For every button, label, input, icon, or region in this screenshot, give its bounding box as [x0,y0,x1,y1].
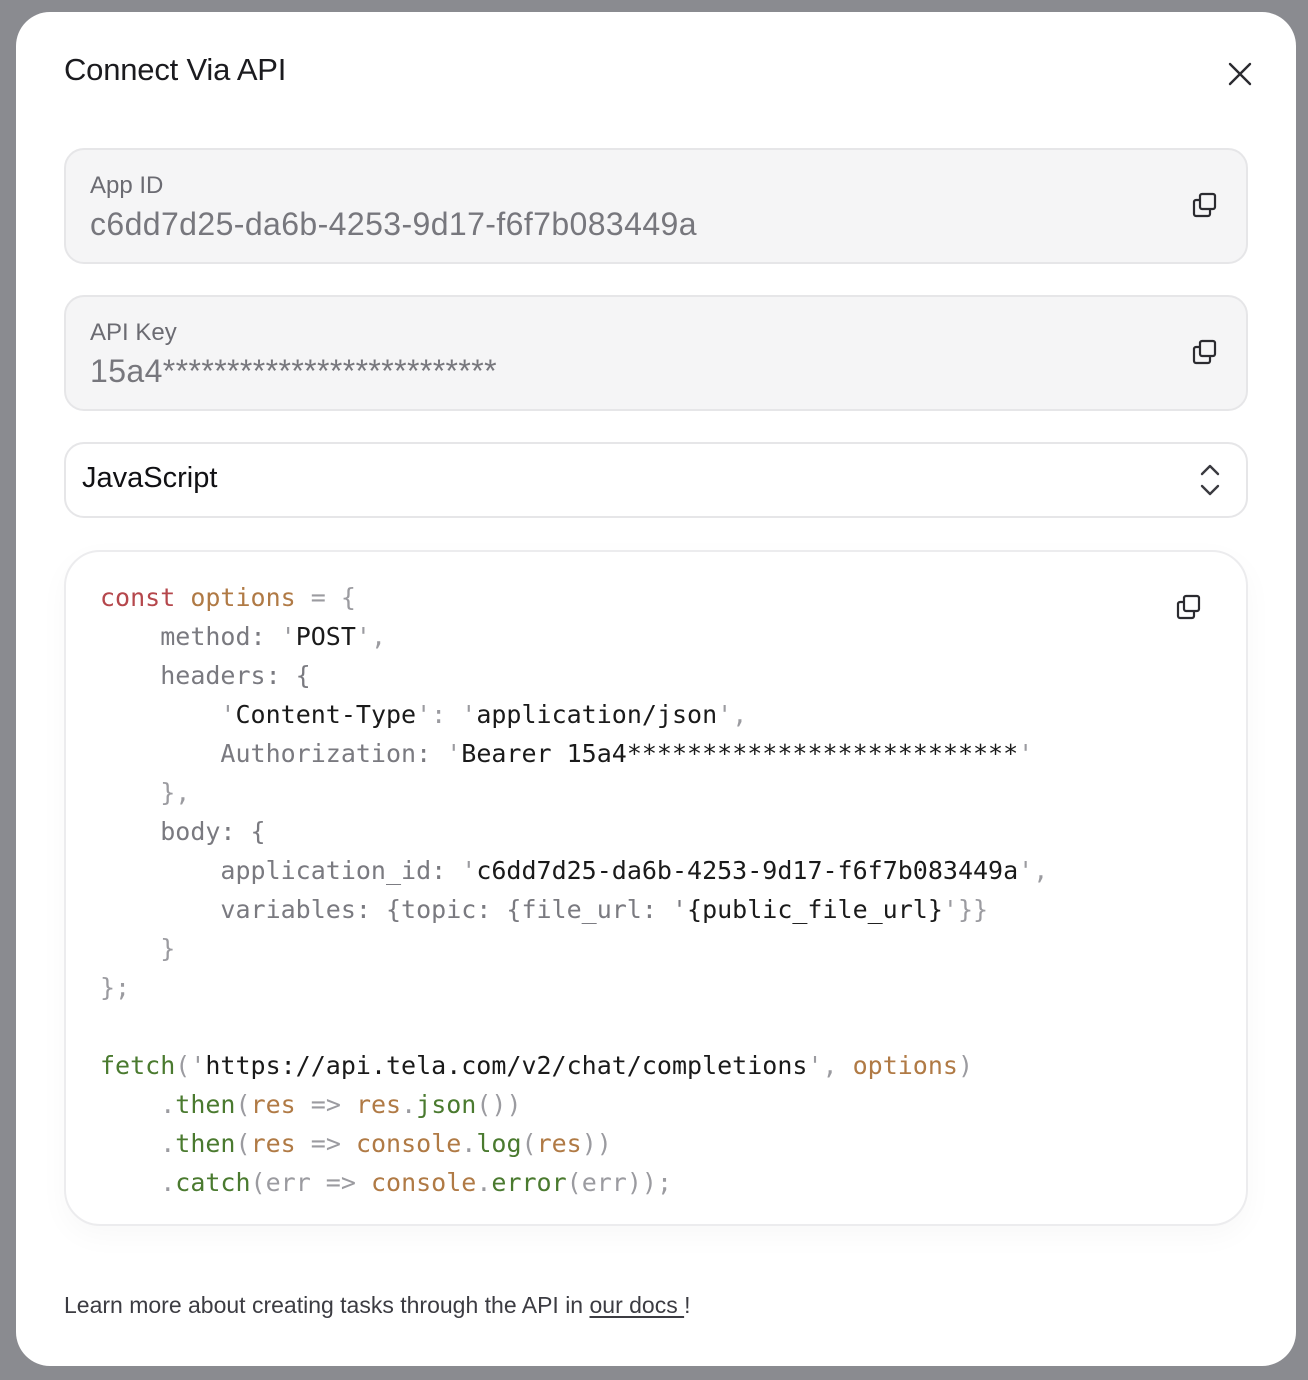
code-token: = { [295,583,356,612]
code-token: Bearer 15a4************************** [461,739,1019,768]
code-token: error [491,1168,567,1197]
code-token: ( [235,1129,251,1158]
code-token: Authorization: [220,739,447,768]
code-token: (' [175,1051,206,1080]
code-token: )) [581,1129,612,1158]
code-token: ' [220,700,236,729]
code-token: res [250,1090,296,1119]
code-token: {public_file_url} [687,895,943,924]
code-token: catch [175,1168,251,1197]
code-token: json [416,1090,477,1119]
code-token: . [401,1090,417,1119]
code-token: options [190,583,296,612]
code-token: => [295,1090,356,1119]
footer-suffix: ! [684,1292,691,1318]
docs-link[interactable]: our docs [590,1292,685,1318]
code-token: application/json [476,700,718,729]
code-token: POST [295,622,356,651]
code-token: ( [521,1129,537,1158]
code-token: fetch [100,1051,176,1080]
code-token: https://api.tela.com/v2/chat/completions [205,1051,808,1080]
code-token: res [250,1129,296,1158]
close-icon [1228,62,1252,86]
code-token: ', [1018,856,1049,885]
code-token: const [100,583,176,612]
code-token: ( [235,1090,251,1119]
footer-note: Learn more about creating tasks through … [64,1292,691,1319]
copy-icon [1192,339,1217,365]
app-id-value: c6dd7d25-da6b-4253-9d17-f6f7b083449a [90,206,697,242]
code-token: console [355,1129,462,1158]
code-token: res [355,1090,402,1119]
code-snippet: const options = { method: 'POST', header… [100,578,1048,1202]
footer-text: Learn more about creating tasks through … [64,1292,590,1318]
language-select-value: JavaScript [82,462,218,494]
code-token: options [852,1051,958,1080]
app-id-label: App ID [90,172,164,199]
code-token: . [461,1129,477,1158]
api-key-label: API Key [90,319,177,346]
copy-api-key-button[interactable] [1188,335,1222,369]
close-button[interactable] [1222,56,1258,92]
code-token: (err => [250,1168,371,1197]
code-token: then [175,1129,236,1158]
code-token: log [476,1129,522,1158]
code-token: } [160,934,176,963]
code-token: ', [807,1051,853,1080]
app-id-field: App ID c6dd7d25-da6b-4253-9d17-f6f7b0834… [64,148,1248,264]
code-token: c6dd7d25-da6b-4253-9d17-f6f7b083449a [476,856,1019,885]
code-token: ()) [476,1090,522,1119]
code-token: headers: { [160,661,311,690]
code-token: ' [280,622,296,651]
code-token: . [160,1129,176,1158]
code-token: ' [461,856,477,885]
code-token: res [536,1129,582,1158]
copy-code-button[interactable] [1172,590,1206,624]
code-token: }; [100,973,131,1002]
code-token: console [370,1168,477,1197]
code-token: then [175,1090,236,1119]
code-token: '}} [942,895,989,924]
code-token: ' [446,739,462,768]
dialog-title: Connect Via API [64,52,287,87]
copy-app-id-button[interactable] [1188,188,1222,222]
code-token: ' [1018,739,1034,768]
connect-api-dialog: Connect Via API App ID c6dd7d25-da6b-425… [16,12,1296,1366]
code-token: }, [160,778,191,807]
chevron-up-down-icon [1200,464,1220,496]
code-token: method: [160,622,281,651]
code-token: ', [355,622,387,651]
copy-icon [1176,594,1201,620]
code-token: variables: {topic: {file_url: ' [220,895,688,924]
code-token: ': ' [416,700,477,729]
code-token: (err)); [566,1168,673,1197]
code-token: ) [957,1051,974,1080]
code-token: . [160,1090,176,1119]
language-select[interactable]: JavaScript [64,442,1248,518]
api-key-field: API Key 15a4************************** [64,295,1248,411]
code-snippet-panel: const options = { method: 'POST', header… [64,550,1248,1226]
code-token: application_id: [220,856,462,885]
copy-icon [1192,192,1217,218]
api-key-value: 15a4************************** [90,353,497,389]
code-token: . [160,1168,176,1197]
code-token: Content-Type [235,700,417,729]
code-token: => [295,1129,356,1158]
code-token: body: { [160,817,266,846]
code-token: . [476,1168,492,1197]
code-token: ', [717,700,748,729]
